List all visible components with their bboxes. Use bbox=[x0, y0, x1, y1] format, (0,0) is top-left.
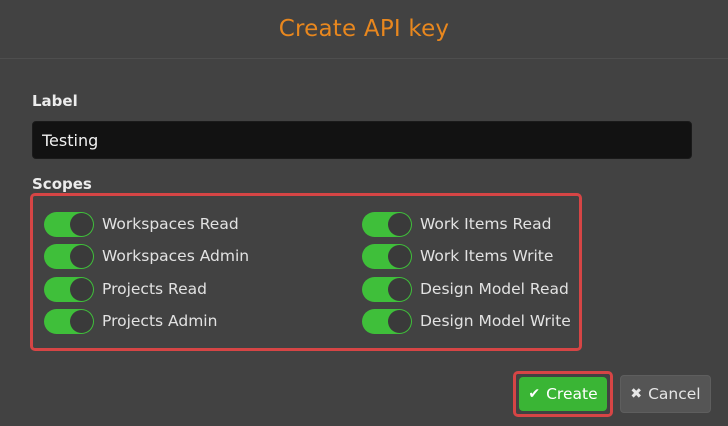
cancel-button[interactable]: ✖ Cancel bbox=[620, 375, 711, 413]
create-api-key-dialog: Create API key Label Scopes Workspaces R… bbox=[0, 0, 728, 426]
scope-toggle[interactable] bbox=[44, 308, 94, 334]
scope-toggle[interactable] bbox=[44, 276, 94, 302]
scope-label: Workspaces Admin bbox=[102, 247, 250, 265]
label-input[interactable] bbox=[32, 121, 692, 159]
toggle-knob bbox=[70, 244, 93, 268]
scope-toggle[interactable] bbox=[44, 211, 94, 237]
scope-label: Projects Read bbox=[102, 280, 207, 298]
scope-toggle[interactable] bbox=[362, 308, 412, 334]
toggle-knob bbox=[388, 212, 411, 236]
scope-toggle[interactable] bbox=[362, 211, 412, 237]
scope-design-model-read[interactable]: Design Model Read bbox=[362, 276, 569, 302]
toggle-knob bbox=[388, 309, 411, 333]
cancel-button-label: Cancel bbox=[648, 385, 701, 403]
dialog-header: Create API key bbox=[0, 0, 728, 59]
create-button-highlight: ✔ Create bbox=[513, 371, 613, 417]
create-button-label: Create bbox=[546, 385, 598, 403]
scope-work-items-write[interactable]: Work Items Write bbox=[362, 243, 553, 269]
toggle-knob bbox=[388, 277, 411, 301]
scope-label: Work Items Write bbox=[420, 247, 554, 265]
scope-toggle[interactable] bbox=[362, 243, 412, 269]
toggle-knob bbox=[70, 212, 93, 236]
scope-label: Design Model Read bbox=[420, 280, 569, 298]
scope-work-items-read[interactable]: Work Items Read bbox=[362, 211, 551, 237]
toggle-knob bbox=[70, 309, 93, 333]
scope-toggle[interactable] bbox=[362, 276, 412, 302]
scope-workspaces-read[interactable]: Workspaces Read bbox=[44, 211, 239, 237]
scope-projects-admin[interactable]: Projects Admin bbox=[44, 308, 217, 334]
check-icon: ✔ bbox=[528, 386, 541, 402]
scopes-group: Workspaces Read Workspaces Admin Project… bbox=[30, 193, 582, 351]
create-button[interactable]: ✔ Create bbox=[519, 377, 607, 411]
toggle-knob bbox=[70, 277, 93, 301]
label-field-label: Label bbox=[32, 92, 78, 110]
scope-label: Projects Admin bbox=[102, 312, 218, 330]
scope-label: Work Items Read bbox=[420, 215, 552, 233]
scope-label: Workspaces Read bbox=[102, 215, 239, 233]
scope-projects-read[interactable]: Projects Read bbox=[44, 276, 207, 302]
scopes-label: Scopes bbox=[32, 175, 92, 193]
close-icon: ✖ bbox=[630, 386, 643, 402]
dialog-title: Create API key bbox=[278, 16, 450, 42]
scope-design-model-write[interactable]: Design Model Write bbox=[362, 308, 571, 334]
scope-label: Design Model Write bbox=[420, 312, 571, 330]
scope-toggle[interactable] bbox=[44, 243, 94, 269]
toggle-knob bbox=[388, 244, 411, 268]
scope-workspaces-admin[interactable]: Workspaces Admin bbox=[44, 243, 249, 269]
